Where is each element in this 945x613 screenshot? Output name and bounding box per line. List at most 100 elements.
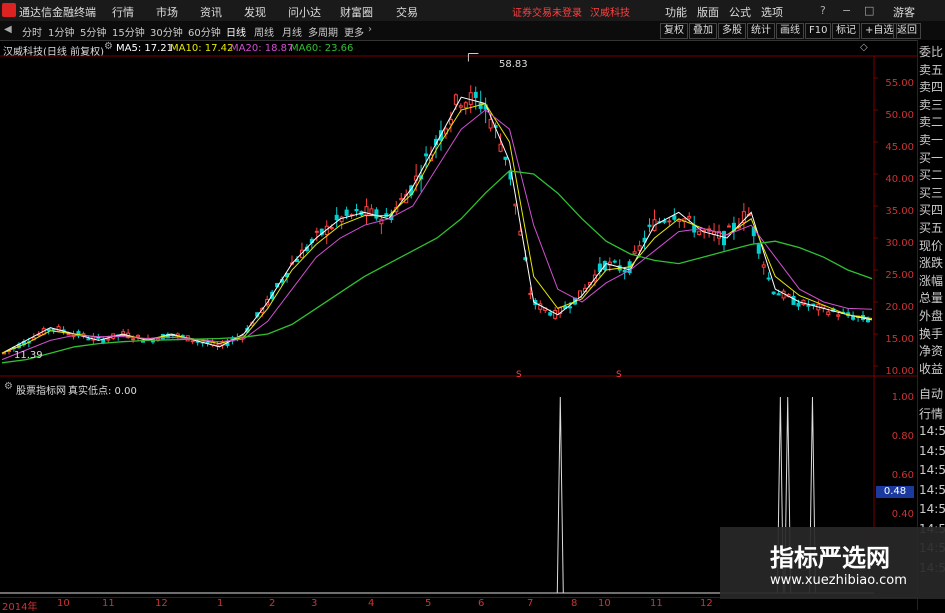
price-axis-label: 45.00 [885,142,914,153]
candle-body [399,198,404,201]
candle-body [632,251,637,255]
indicator-axis-label: 0.60 [891,470,914,481]
side-panel-label: 收益 [919,361,944,376]
indicator-current-value: 0.48 [876,486,914,498]
price-axis-label: 15.00 [885,334,914,345]
candle-body [791,295,796,305]
side-panel-label: 卖四 [919,80,944,95]
candle-body [503,156,508,160]
price-axis-label: 50.00 [885,110,914,121]
candle [374,207,379,221]
candle [463,101,468,115]
low-annotation: 11.39 [14,350,43,361]
price-axis-label: 25.00 [885,270,914,281]
candle-body [667,220,672,223]
candle [692,215,697,238]
candle-body [776,293,781,296]
candle [771,291,776,296]
candle [324,220,329,245]
candle-body [637,245,642,251]
time-axis-label: 7 [527,598,534,609]
candle [334,207,339,228]
time-axis-label: 12 [155,598,168,609]
side-panel-time: 14:50 [919,443,945,458]
side-panel-time: 14:50 [919,482,945,497]
ma-line-ma20 [1,109,873,361]
price-axis-label: 30.00 [885,238,914,249]
candle [682,218,687,228]
candle [190,340,195,345]
price-axis-label: 10.00 [885,366,914,377]
candle [314,227,319,242]
candle [781,288,786,301]
candle-body [473,91,478,98]
candle-body [488,119,493,129]
candle [364,198,369,225]
candle-body [761,264,766,268]
candle-body [796,302,801,307]
price-axis-label: 55.00 [885,78,914,89]
candle-body [677,219,682,223]
candle-body [498,143,503,152]
time-axis-label: 8 [571,598,578,609]
candle-body [106,338,111,341]
candle-body [612,260,617,263]
candle-body [448,119,453,125]
candle [861,310,866,322]
candle [205,338,210,347]
side-panel-label: 买四 [919,203,944,218]
side-panel-label: 卖五 [919,62,944,77]
candle-body [806,304,811,307]
ma-line-ma60 [1,170,873,364]
candle-body [528,292,533,295]
side-panel-label: 外盘 [919,309,944,323]
candle-body [756,244,761,254]
indicator-title: 股票指标网 [16,386,66,397]
watermark-title: 指标严选网 [770,544,890,572]
candle [846,308,851,319]
candle [647,218,652,233]
candle [811,303,816,310]
candle-body [314,230,319,233]
indicator-settings-icon[interactable]: ⚙ [4,381,13,392]
side-panel-label: 涨跌 [919,256,944,271]
candle-body [66,333,71,336]
candle-body [453,94,458,105]
indicator-value-label: 真实低点: 0.00 [68,386,137,397]
side-panel-time: 14:50 [919,424,945,438]
side-panel-label: 净资 [919,344,944,359]
time-axis-label: 10 [598,598,611,609]
candle [806,300,811,311]
candle [76,329,81,339]
candle [756,242,761,259]
candle [503,156,508,166]
side-panel-label: 卖二 [919,115,944,130]
candle-body [771,291,776,295]
side-panel-time: 行情 [919,406,944,421]
time-axis-label: 1 [217,598,224,609]
candle [513,203,518,215]
candle-body [697,230,702,235]
candle-body [622,269,627,273]
candle [612,259,617,264]
high-annotation: 58.83 [499,59,528,70]
signal-marker: S [616,370,622,380]
candle [726,223,731,228]
candle-body [424,153,429,157]
price-axis-label: 35.00 [885,206,914,217]
candle-body [141,340,146,343]
indicator-axis-label: 0.80 [891,431,914,442]
candle [707,225,712,238]
price-axis-label: 40.00 [885,174,914,185]
indicator-axis-label: 1.00 [891,392,914,403]
candle [741,203,746,232]
side-panel-label: 换手 [919,326,944,341]
candle-body [672,215,677,220]
candle-body [136,334,141,338]
candle-body [568,306,573,309]
time-axis-label: 12 [700,598,713,609]
candle-body [687,215,692,219]
candle-body [458,105,463,108]
candle [717,224,722,245]
candle-body [548,312,553,316]
